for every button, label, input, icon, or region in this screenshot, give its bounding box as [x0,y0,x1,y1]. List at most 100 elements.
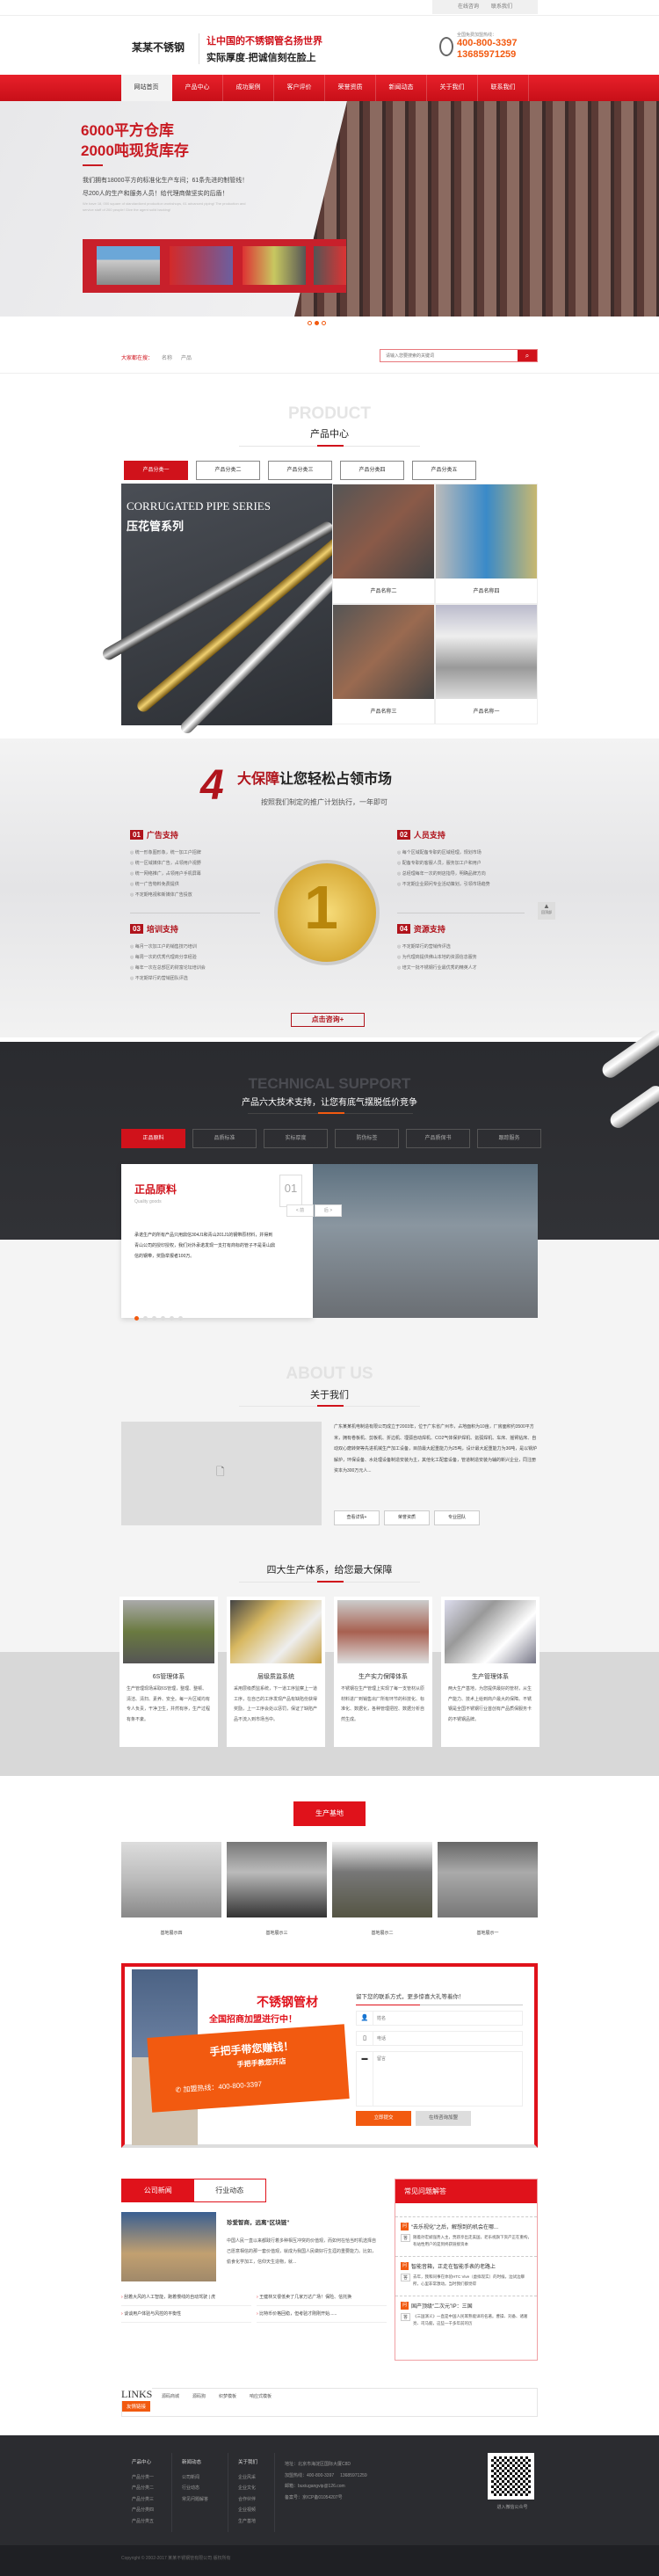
honors-button[interactable]: 荣誉资质 [384,1510,430,1525]
guarantee-subtitle: 按照我们制定的推广计划执行，一年即可 [261,798,387,806]
slide-dot[interactable] [322,321,326,325]
system-card[interactable]: 6S管理体系 生产管理现场采取6S管理，整理、整顿、清洁、清扫、素养、安全。每一片… [119,1597,218,1747]
name-input[interactable] [373,2012,522,2025]
tab-tracking[interactable]: 跟踪服务 [477,1129,541,1148]
nav-cases[interactable]: 成功案例 [223,75,274,101]
hotline-label: 全国免费加盟热线： [457,33,497,38]
nav-news[interactable]: 新闻动态 [376,75,427,101]
tech-tabs: 正品原料 品质标准 实标厚度 防伪标签 产品质保书 跟踪服务 [121,1129,541,1148]
copyright: Copyright © 2002-2017 某某不锈钢管有限公司 版权所有 [0,2545,659,2576]
tab-category-5[interactable]: 产品分类五 [412,461,476,480]
tab-category-1[interactable]: 产品分类一 [124,461,188,480]
nav-home[interactable]: 网站首页 [121,75,172,101]
product-card[interactable]: 产品名称三 [332,604,435,724]
base-card[interactable]: 基地展示一 [438,1842,538,1936]
product-card[interactable]: 产品名称二 [332,484,435,604]
product-card[interactable]: 产品名称一 [435,604,538,724]
message-textarea[interactable] [373,2052,522,2106]
franchise-ribbon: 手把手带您赚钱！ 手把手教您开店 ✆ 加盟热线：400-800-3397 [147,2024,350,2113]
base-card[interactable]: 基地展示二 [332,1842,432,1936]
section-en-title: ABOUT US [286,1364,373,1383]
phone-icon [439,37,453,56]
hot-search: 大家都在搜： 名称 产品 [121,353,192,361]
faq-item[interactable]: 问 “去乐视化”之后，解想到的机会在哪... 答随着孙宏斌强势入主，贾跃亭出走美国，… [395,2217,537,2257]
consult-button[interactable]: 点击咨询+ [291,1013,365,1027]
online-consult-link[interactable]: 在线咨询 [458,0,479,14]
steel-coil-image [313,1164,538,1318]
news-image[interactable] [121,2212,216,2281]
faq-item[interactable]: 问智能音箱，正走在智能手表的老路上答去年，我和同事在体验HTC Vive（虚拟现… [395,2257,537,2296]
search-input[interactable] [380,350,518,361]
contact-link[interactable]: 联系我们 [491,0,512,14]
hot-search-link[interactable]: 产品 [181,353,192,361]
title-underline [239,1405,420,1407]
guarantee-title: 大保障让您轻松占领市场 [237,772,393,787]
faq-item[interactable]: 问国产顶级“二次元”IP：三国答《三国演义》一直是中国人民耳熟能详的名著。曹操、… [395,2296,537,2336]
news-tabs: 公司新闻 行业动态 [121,2179,266,2202]
top-bar [0,0,659,16]
worker-photo [314,246,346,285]
team-button[interactable]: 专业团队 [434,1510,480,1525]
search-icon[interactable]: ⌕ [518,350,537,361]
banner-text: 我们拥有18000平方的标准化生产车间；61条先进的制管线！尽200人的生产和服… [83,178,249,212]
base-card[interactable]: 基地展示四 [121,1842,221,1936]
tab-industry-news[interactable]: 行业动态 [194,2179,266,2201]
friend-link[interactable]: 响应式模板 [250,2393,272,2399]
submit-button[interactable]: 立即提交 [356,2111,411,2126]
guarantee-block: 03培训支持 每月一次加工户的销售技巧培训每周一次的优秀代理商分享经验每年一次在… [130,923,262,984]
system-card[interactable]: 生产管理体系 两大生产基地，为您提供最好的管材，从生产能力、技术上给到商户最大的保… [441,1597,540,1747]
slide-dot[interactable] [315,321,319,325]
card-dots [134,1316,183,1321]
system-card[interactable]: 生产实力保障体系 不锈钢在生产管理上实现了每一支管材从原材料进厂到销售出厂所有环节… [334,1597,432,1747]
divider [0,373,659,374]
back-to-top-button[interactable]: ▲ 回顶部 [538,902,555,920]
next-button[interactable]: 后 > [315,1204,342,1217]
section-en-title: PRODUCT [288,404,371,423]
nav-about[interactable]: 关于我们 [427,75,478,101]
system-image [123,1600,214,1663]
nav-honors[interactable]: 荣誉资质 [325,75,376,101]
tab-company-news[interactable]: 公司新闻 [122,2179,194,2201]
featured-news-title[interactable]: 珍爱智商，远离“区块链” [227,2217,290,2226]
friend-link[interactable]: 织梦模板 [219,2393,236,2399]
nav-contact[interactable]: 联系我们 [478,75,529,101]
friend-link[interactable]: 源码狗 [192,2393,206,2399]
guarantee-block: 04资源支持 不定期举行的营销传评选为代理商提供佛山本地的资源信息服务培文一批不… [397,923,529,973]
tab-category-4[interactable]: 产品分类四 [340,461,404,480]
tab-warranty[interactable]: 产品质保书 [406,1129,470,1148]
product-card[interactable]: 产品名称四 [435,484,538,604]
production-base-title[interactable]: 生产基地 [293,1801,366,1826]
tab-quality-standard[interactable]: 品质标准 [192,1129,257,1148]
phone-icon: ✆ 加盟热线：400-800-3397 [175,2079,263,2094]
product-tabs: 产品分类一 产品分类二 产品分类三 产品分类四 产品分类五 [124,461,476,480]
nav-reviews[interactable]: 客户评价 [274,75,325,101]
faq-box: 常见问题解答 问 “去乐视化”之后，解想到的机会在哪... 答随着孙宏斌强势入主，贾… [395,2179,538,2361]
tab-genuine-material[interactable]: 正品原料 [121,1129,185,1148]
tab-category-3[interactable]: 产品分类三 [268,461,332,480]
tab-anti-fake[interactable]: 防伪标签 [335,1129,399,1148]
view-details-button[interactable]: 查看详情+ [334,1510,380,1525]
about-text: 广东某某机电制造有限公司成立于2003年，位于广东省广州市，占地面积为10亩，厂… [334,1424,538,1474]
footer-contact-info: 地址：北京市海淀区国际大厦C8D 加盟热线：400-800-3397 136859… [285,2462,367,2500]
qr-label: 进入微信公众号 [496,2505,528,2510]
product-image [333,605,434,699]
section-title: 产品中心 [310,429,349,440]
base-card[interactable]: 基地展示三 [227,1842,327,1936]
friend-link[interactable]: 源码商城 [162,2393,179,2399]
logo[interactable]: 某某不锈钢 [132,40,185,55]
section-en-title: TECHNICAL SUPPORT [248,1075,411,1092]
prev-button[interactable]: < 前 [286,1204,314,1217]
phone-input[interactable] [373,2032,522,2045]
tab-thickness[interactable]: 实标厚度 [264,1129,328,1148]
contact-form: 留下您的联系方式，更多惊喜大礼等着你！ 👤 ▯ ▬ 立即提交在线咨询加盟 [356,1991,523,2126]
online-consult-button[interactable]: 在线咨询加盟 [416,2111,471,2126]
slide-dot[interactable] [308,321,312,325]
feature-cn: 压花管系列 [127,520,185,533]
nav-products[interactable]: 产品中心 [172,75,223,101]
hot-search-link[interactable]: 名称 [162,353,172,361]
product-image [436,605,537,699]
featured-product[interactable]: CORRUGATED PIPE SERIES 压花管系列 [100,484,374,736]
franchise-title: 不锈钢管材 [257,1995,318,2009]
system-card[interactable]: 层级质监系统 采用层级质监系统，下一道工序监察上一道工序，在自己的工序发现产品有缺… [227,1597,325,1747]
tab-category-2[interactable]: 产品分类二 [196,461,260,480]
